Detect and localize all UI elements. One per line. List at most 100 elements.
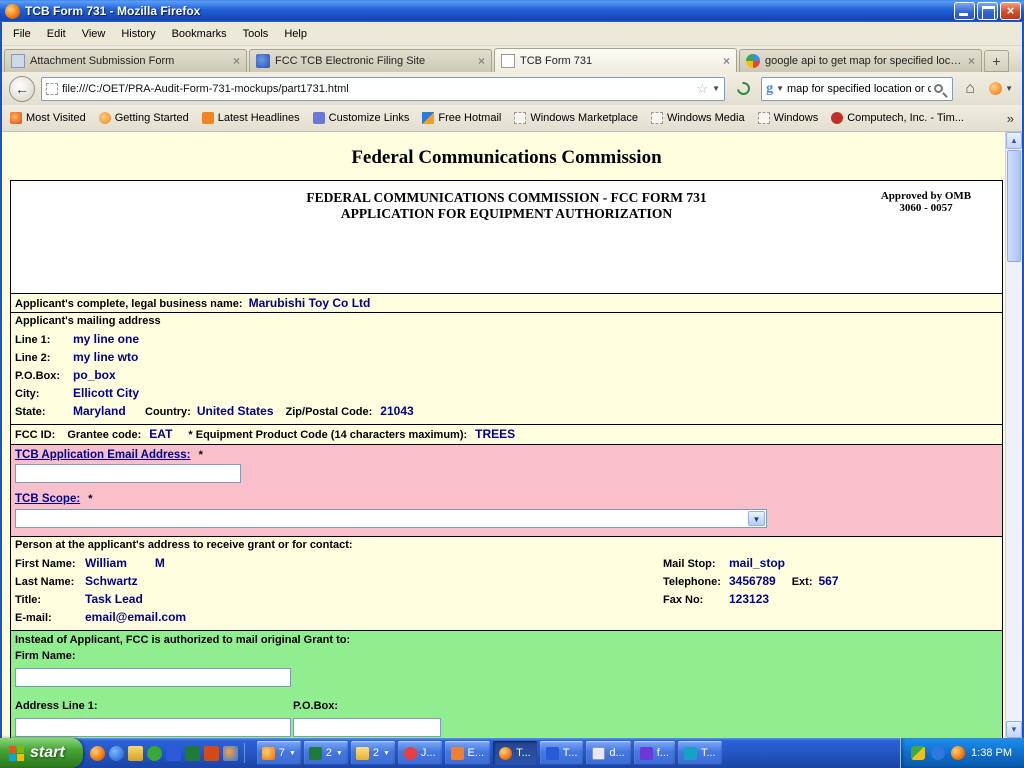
bookmark-computech[interactable]: Computech, Inc. - Tim... <box>831 112 964 124</box>
task-group-internet[interactable]: 7 <box>257 741 301 765</box>
maximize-button[interactable] <box>977 2 998 20</box>
tab-label: Attachment Submission Form <box>30 55 228 67</box>
close-button[interactable] <box>1000 2 1021 20</box>
bookmark-windows-marketplace[interactable]: Windows Marketplace <box>514 112 638 124</box>
tab-close-icon[interactable] <box>968 54 975 68</box>
task-window-t[interactable]: T... <box>678 741 722 765</box>
minimize-button[interactable] <box>954 2 975 20</box>
bookmark-label: Latest Headlines <box>218 112 300 124</box>
powerpoint-icon[interactable] <box>204 746 219 761</box>
task-group-excel[interactable]: 2 <box>304 741 348 765</box>
media-player-icon[interactable] <box>223 746 238 761</box>
mail-stop-row: Mail Stop: mail_stop <box>663 556 998 574</box>
tcb-scope-select[interactable] <box>15 509 767 528</box>
menu-edit[interactable]: Edit <box>40 24 73 44</box>
windows-icon <box>758 112 770 124</box>
location-bar[interactable] <box>41 77 725 101</box>
tab-google-api-map[interactable]: google api to get map for specified loca… <box>739 49 982 72</box>
tab-label: TCB Form 731 <box>520 55 718 67</box>
back-button[interactable] <box>9 76 35 102</box>
search-input[interactable] <box>787 83 931 95</box>
reload-button[interactable] <box>731 77 755 101</box>
quick-launch-bar <box>83 743 254 763</box>
tab-fcc-tcb-filing[interactable]: FCC TCB Electronic Filing Site <box>249 49 492 72</box>
bookmarks-overflow-icon[interactable] <box>1007 111 1014 126</box>
tab-tcb-form-731[interactable]: TCB Form 731 <box>494 48 737 72</box>
customize-links-icon <box>313 112 325 124</box>
scroll-up-icon[interactable] <box>1006 132 1022 149</box>
search-engine-dropdown-icon[interactable] <box>776 84 784 93</box>
task-window-d[interactable]: d... <box>586 741 630 765</box>
grant-pobox-input[interactable] <box>293 718 441 737</box>
tab-close-icon[interactable] <box>233 54 240 68</box>
bookmark-windows[interactable]: Windows <box>758 112 819 124</box>
search-magnifier-icon[interactable] <box>934 84 943 93</box>
form-header-line2: APPLICATION FOR EQUIPMENT AUTHORIZATION <box>11 206 1002 222</box>
bookmark-most-visited[interactable]: Most Visited <box>10 112 86 124</box>
tab-close-icon[interactable] <box>478 54 485 68</box>
extra-toolbar-button[interactable] <box>987 82 1015 95</box>
menu-bookmarks[interactable]: Bookmarks <box>165 24 234 44</box>
network-icon[interactable] <box>931 746 945 760</box>
bookmark-customize-links[interactable]: Customize Links <box>313 112 410 124</box>
word-icon[interactable] <box>166 746 181 761</box>
form-header-box: Approved by OMB 3060 - 0057 FEDERAL COMM… <box>11 181 1002 293</box>
start-button[interactable]: start <box>0 738 83 768</box>
scrollbar-thumb[interactable] <box>1007 150 1021 262</box>
contact-heading: Person at the applicant's address to rec… <box>15 539 998 556</box>
firefox-tray-icon[interactable] <box>951 746 965 760</box>
task-window-word[interactable]: T... <box>540 741 584 765</box>
task-window-e[interactable]: E... <box>445 741 491 765</box>
scrollbar-track[interactable] <box>1006 263 1022 721</box>
menu-file[interactable]: File <box>6 24 38 44</box>
task-label: 2 <box>326 747 332 759</box>
scroll-down-icon[interactable] <box>1006 721 1022 738</box>
task-window-f[interactable]: f... <box>634 741 675 765</box>
bookmark-getting-started[interactable]: Getting Started <box>99 112 189 124</box>
home-button[interactable] <box>959 80 981 98</box>
menu-history[interactable]: History <box>114 24 162 44</box>
security-shield-icon[interactable] <box>911 746 925 760</box>
menu-tools[interactable]: Tools <box>236 24 276 44</box>
excel-icon[interactable] <box>185 746 200 761</box>
task-window-firefox-active[interactable]: T... <box>493 741 537 765</box>
bookmark-latest-headlines[interactable]: Latest Headlines <box>202 112 300 124</box>
clock: 1:38 PM <box>971 747 1012 759</box>
bookmark-label: Windows Marketplace <box>530 112 638 124</box>
address-line1-input[interactable] <box>15 718 291 737</box>
bookmark-free-hotmail[interactable]: Free Hotmail <box>422 112 501 124</box>
addon-icon <box>989 82 1002 95</box>
taskbar-divider <box>244 743 245 763</box>
line1-label: Line 1: <box>15 334 67 346</box>
tab-attachment-submission[interactable]: Attachment Submission Form <box>4 49 247 72</box>
firm-name-input[interactable] <box>15 668 291 687</box>
vertical-scrollbar[interactable] <box>1005 132 1022 738</box>
zip-value: 21043 <box>380 404 413 418</box>
url-input[interactable] <box>62 78 693 100</box>
city-value: Ellicott City <box>73 386 139 400</box>
chevron-down-icon[interactable] <box>748 511 765 526</box>
tcb-email-input[interactable] <box>15 464 241 483</box>
taskbar-buttons: 7 2 2 J... E... T. <box>254 741 900 765</box>
mail-icon[interactable] <box>128 746 143 761</box>
firefox-quicklaunch-icon[interactable] <box>90 746 105 761</box>
form-header-line1: FEDERAL COMMUNICATIONS COMMISSION - FCC … <box>11 190 1002 206</box>
task-group-folders[interactable]: 2 <box>351 741 395 765</box>
task-window-j[interactable]: J... <box>398 741 442 765</box>
address-inputs-row <box>15 718 998 737</box>
tcb-scope-label-row: TCB Scope: * <box>15 493 998 505</box>
menu-view[interactable]: View <box>75 24 113 44</box>
tab-close-icon[interactable] <box>723 54 730 68</box>
internet-explorer-icon[interactable] <box>109 746 124 761</box>
search-box[interactable] <box>761 77 953 101</box>
contact-left-column: First Name: William M Last Name: Schwart… <box>15 556 663 628</box>
new-tab-button[interactable] <box>984 50 1009 72</box>
bookmark-star-icon[interactable] <box>697 81 709 97</box>
messenger-icon[interactable] <box>147 746 162 761</box>
ext-label: Ext: <box>792 576 813 588</box>
window-title: TCB Form 731 - Mozilla Firefox <box>25 4 954 18</box>
menu-help[interactable]: Help <box>277 24 314 44</box>
bookmark-windows-media[interactable]: Windows Media <box>651 112 745 124</box>
task-label: 2 <box>373 747 379 759</box>
url-dropdown-icon[interactable] <box>712 84 720 93</box>
